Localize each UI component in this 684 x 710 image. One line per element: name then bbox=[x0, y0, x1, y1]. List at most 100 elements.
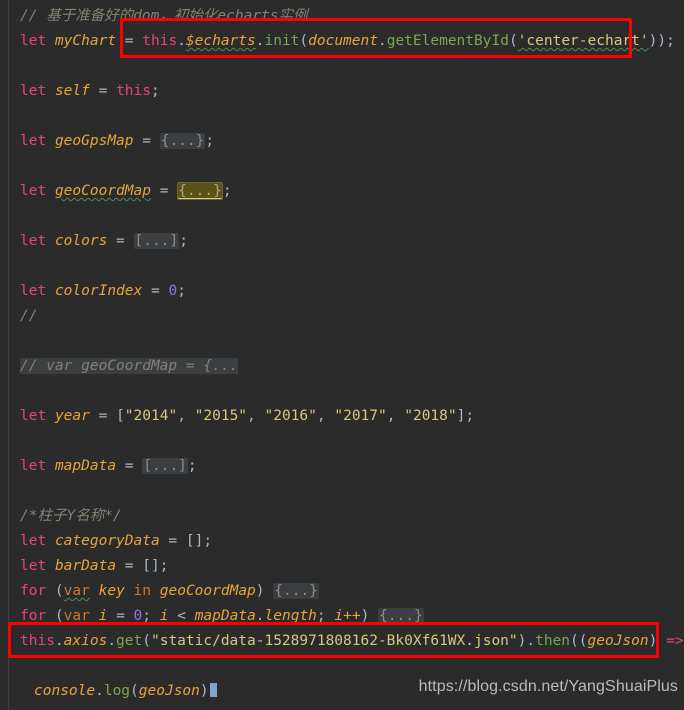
keyword-var: var bbox=[63, 583, 90, 599]
code-line-blank-8 bbox=[0, 429, 684, 454]
less-than-op: < bbox=[168, 608, 195, 624]
arg-geojson: geoJson bbox=[138, 683, 200, 699]
comma-3: , bbox=[386, 408, 405, 424]
keyword-let: let bbox=[20, 83, 47, 99]
fold-placeholder-for-body[interactable]: {...} bbox=[378, 608, 424, 624]
code-line-bardata[interactable]: let barData = []; bbox=[0, 554, 684, 579]
number-zero: 0 bbox=[168, 283, 178, 299]
code-line-blank-9 bbox=[0, 479, 684, 504]
code-line-self[interactable]: let self = this; bbox=[0, 79, 684, 104]
paren-open: ( bbox=[46, 608, 64, 624]
var-self: self bbox=[54, 83, 90, 99]
fold-placeholder-geocoordmap[interactable]: {...} bbox=[177, 182, 223, 200]
semicolon: ; bbox=[150, 83, 160, 99]
code-line-comment-geocoordmap[interactable]: // var geoCoordMap = {... bbox=[0, 354, 684, 379]
dot-3: . bbox=[377, 33, 387, 49]
var-mapdata: mapData bbox=[54, 458, 117, 474]
assign-op: = bbox=[142, 283, 169, 299]
assign-op: = bbox=[107, 233, 134, 249]
keyword-let: let bbox=[20, 233, 47, 249]
year-value-0: "2014" bbox=[124, 408, 178, 424]
code-line-blank-2 bbox=[0, 104, 684, 129]
paren-open: ( bbox=[299, 33, 309, 49]
semicolon: ; bbox=[222, 183, 232, 199]
semicolon: ; bbox=[177, 283, 186, 299]
number-zero: 0 bbox=[133, 608, 143, 624]
code-line-year[interactable]: let year = ["2014", "2015", "2016", "201… bbox=[0, 404, 684, 429]
prop-echarts: $echarts bbox=[185, 33, 256, 49]
text-cursor bbox=[209, 683, 217, 697]
assign-op: = bbox=[107, 608, 134, 624]
code-line-colors[interactable]: let colors = [...]; bbox=[0, 229, 684, 254]
paren-open-2: (( bbox=[570, 633, 588, 649]
keyword-for: for bbox=[20, 608, 47, 624]
code-line-geocoordmap[interactable]: let geoCoordMap = {...}; bbox=[0, 179, 684, 204]
code-line-blank-3 bbox=[0, 154, 684, 179]
keyword-this: this bbox=[142, 33, 178, 49]
code-line-colorindex[interactable]: let colorIndex = 0; bbox=[0, 279, 684, 304]
code-line-blank-1 bbox=[0, 54, 684, 79]
assign-op: = bbox=[89, 83, 117, 99]
assign-op: = bbox=[133, 133, 160, 149]
semicolon: ; bbox=[179, 233, 188, 249]
obj-console: console bbox=[34, 683, 96, 699]
method-getelementbyid: getElementById bbox=[386, 33, 509, 49]
keyword-let: let bbox=[20, 133, 47, 149]
var-geogpsmap: geoGpsMap bbox=[54, 133, 134, 149]
code-line-mapdata[interactable]: let mapData = [...]; bbox=[0, 454, 684, 479]
fold-placeholder-geogpsmap[interactable]: {...} bbox=[159, 133, 206, 149]
code-editor[interactable]: // 基于准备好的dom，初始化echarts实例 let myChart = … bbox=[0, 0, 684, 710]
keyword-let: let bbox=[20, 408, 47, 424]
paren-close: ) bbox=[255, 583, 274, 599]
method-get: get bbox=[116, 633, 143, 649]
fold-placeholder-colors[interactable]: [...] bbox=[133, 233, 180, 249]
assign-op: = bbox=[89, 408, 117, 424]
var-i-increment: i++ bbox=[334, 608, 361, 624]
code-line-mychart-init[interactable]: let myChart = this.$echarts.init(documen… bbox=[0, 29, 684, 54]
code-area[interactable]: // 基于准备好的dom，初始化echarts实例 let myChart = … bbox=[0, 0, 684, 704]
dot-2: . bbox=[107, 633, 117, 649]
comment-text: // bbox=[20, 308, 38, 324]
paren-open: ( bbox=[142, 633, 151, 649]
paren-open: ( bbox=[130, 683, 139, 699]
semicolon-2: ; bbox=[316, 608, 335, 624]
var-bardata: barData bbox=[54, 558, 117, 574]
var-mychart: myChart bbox=[54, 33, 117, 49]
keyword-let: let bbox=[20, 183, 47, 199]
var-geocoordmap-ref: geoCoordMap bbox=[159, 583, 256, 599]
code-line-blank-7 bbox=[0, 379, 684, 404]
code-line-blank-4 bbox=[0, 204, 684, 229]
keyword-this: this bbox=[116, 83, 151, 99]
prop-length: length bbox=[264, 608, 317, 624]
prop-axios: axios bbox=[63, 633, 108, 649]
code-line-axios-get[interactable]: this.axios.get("static/data-152897180816… bbox=[0, 629, 684, 654]
bracket-open: [ bbox=[116, 408, 125, 424]
paren-open-2: ( bbox=[508, 33, 518, 49]
fold-placeholder-forin-body[interactable]: {...} bbox=[273, 583, 319, 599]
keyword-let: let bbox=[20, 558, 47, 574]
semicolon: ; bbox=[187, 458, 197, 474]
code-line-for-index[interactable]: for (var i = 0; i < mapData.length; i++)… bbox=[0, 604, 684, 629]
code-line-comment-init[interactable]: // 基于准备好的dom，初始化echarts实例 bbox=[0, 4, 684, 29]
string-center-echart: 'center-echart' bbox=[517, 33, 649, 49]
var-colorindex: colorIndex bbox=[54, 283, 143, 299]
year-value-1: "2015" bbox=[194, 408, 248, 424]
code-line-blank-5 bbox=[0, 254, 684, 279]
keyword-var: var bbox=[63, 608, 90, 624]
obj-document: document bbox=[308, 33, 378, 49]
keyword-let: let bbox=[20, 283, 47, 299]
arrow-operator: => bbox=[666, 633, 684, 649]
year-value-2: "2016" bbox=[264, 408, 317, 424]
fold-placeholder-mapdata[interactable]: [...] bbox=[142, 458, 188, 474]
keyword-let: let bbox=[20, 33, 47, 49]
dot-1: . bbox=[54, 633, 64, 649]
code-line-geogpsmap[interactable]: let geoGpsMap = {...}; bbox=[0, 129, 684, 154]
year-value-3: "2017" bbox=[334, 408, 387, 424]
paren-close: ) bbox=[360, 608, 379, 624]
code-line-comment-empty[interactable]: // bbox=[0, 304, 684, 329]
code-line-for-in[interactable]: for (var key in geoCoordMap) {...} bbox=[0, 579, 684, 604]
semicolon: ; bbox=[159, 558, 169, 574]
code-line-categorydata[interactable]: let categoryData = []; bbox=[0, 529, 684, 554]
code-line-comment-bar-y[interactable]: /*柱子Y名称*/ bbox=[0, 504, 684, 529]
year-value-4: "2018" bbox=[404, 408, 457, 424]
